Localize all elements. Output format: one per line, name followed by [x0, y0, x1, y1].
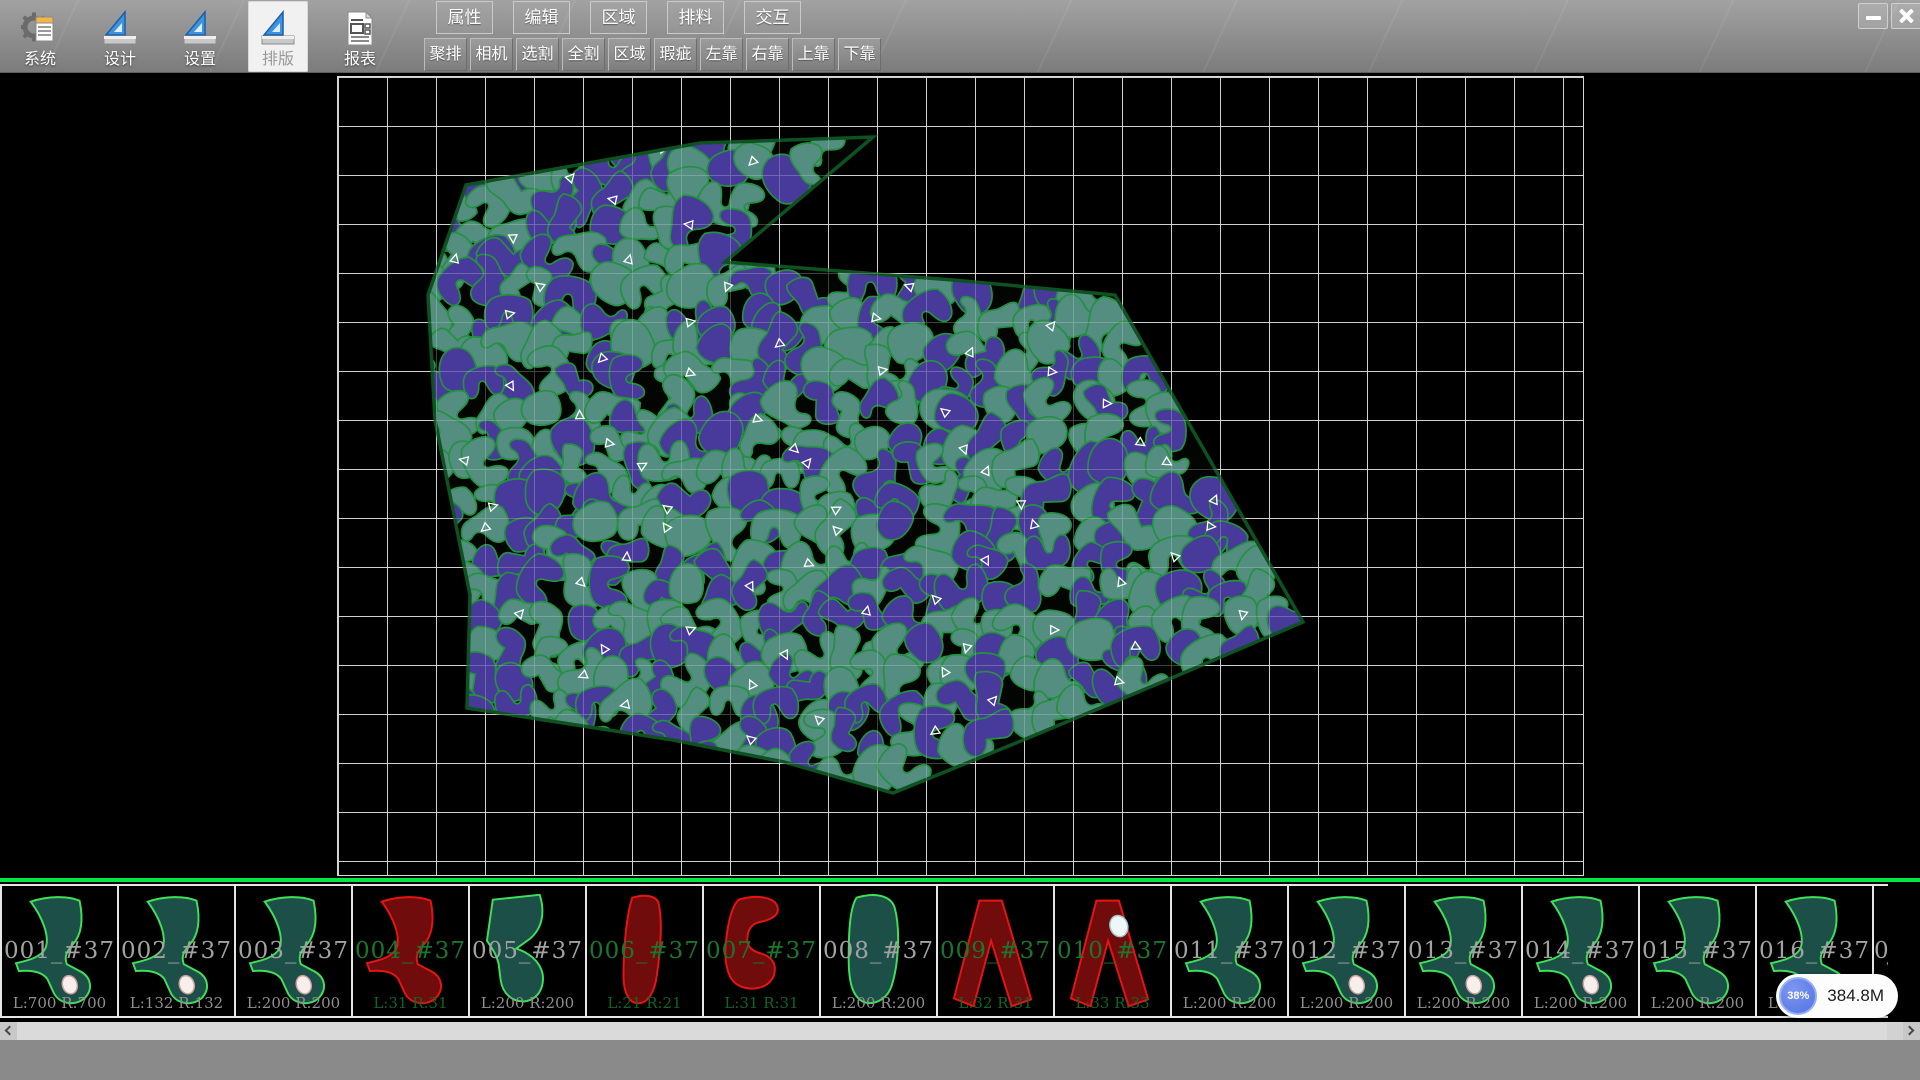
close-button[interactable] [1891, 3, 1920, 29]
title-toolbar: 系统设计设置排版报表 属性编辑区域排料交互 聚排相机选割全割区域瑕疵左靠右靠上靠… [0, 0, 1920, 73]
memory-status-badge: 38% 384.8M [1776, 974, 1898, 1018]
part-tile-013_#37[interactable]: 013_#37 L:200 R:200 [1404, 884, 1523, 1018]
main-button-report[interactable]: 报表 [330, 1, 390, 72]
scroll-right-button[interactable] [1903, 1022, 1920, 1040]
part-counts-label: L:200 R:200 [1523, 994, 1638, 1012]
minimize-icon [1866, 16, 1881, 20]
part-tile-004_#37[interactable]: 004_#37 L:31 R:31 [351, 884, 470, 1018]
horizontal-scrollbar[interactable] [0, 1022, 1920, 1040]
part-tile-011_#37[interactable]: 011_#37 L:200 R:200 [1170, 884, 1289, 1018]
parts-panel-accent-line [0, 878, 1920, 882]
part-id-label: 008_#37 [821, 938, 936, 964]
part-tile-005_#37[interactable]: 005_#37 L:200 R:200 [468, 884, 587, 1018]
part-counts-label: L:200 R:200 [1406, 994, 1521, 1012]
part-id-label: 012_#37 [1289, 938, 1404, 964]
status-bar [0, 1040, 1920, 1080]
part-tile-009_#37[interactable]: 009_#37 L:32 R:31 [936, 884, 1055, 1018]
main-button-settings[interactable]: 设置 [170, 1, 230, 72]
part-id-label: 013_#37 [1406, 938, 1521, 964]
main-button-label: 排版 [262, 50, 294, 70]
main-button-design[interactable]: 设计 [90, 1, 150, 72]
part-id-label: 009_#37 [938, 938, 1053, 964]
nesting-canvas[interactable] [0, 74, 1920, 878]
memory-percent-badge: 38% [1779, 977, 1817, 1015]
leather-hide-nesting[interactable] [0, 74, 1920, 878]
tool-button-cluster-nest[interactable]: 聚排 [424, 38, 467, 71]
menu-tab-interact[interactable]: 交互 [744, 1, 801, 34]
part-counts-label: L:200 R:200 [1172, 994, 1287, 1012]
part-tile-001_#37[interactable]: 001_#37 L:700 R:700 [0, 884, 119, 1018]
menu-tab-region[interactable]: 区域 [590, 1, 647, 34]
part-id-label: 006_#37 [587, 938, 702, 964]
part-id-label: 011_#37 [1172, 938, 1287, 964]
part-id-label: 002_#37 [119, 938, 234, 964]
part-counts-label: L:200 R:200 [236, 994, 351, 1012]
part-counts-label: L:21 R:21 [587, 994, 702, 1012]
tool-button-region[interactable]: 区域 [608, 38, 651, 71]
main-button-label: 系统 [24, 50, 56, 70]
tool-button-snap-top[interactable]: 上靠 [792, 38, 835, 71]
part-counts-label: L:200 R:200 [821, 994, 936, 1012]
main-button-system[interactable]: 系统 [10, 1, 70, 72]
tool-button-camera[interactable]: 相机 [470, 38, 513, 71]
part-id-label: 003_#37 [236, 938, 351, 964]
part-counts-label: L:132 R:132 [119, 994, 234, 1012]
minimize-button[interactable] [1858, 3, 1888, 29]
part-id-label: 017_#37 [1874, 938, 1888, 964]
menu-tab-edit[interactable]: 编辑 [513, 1, 570, 34]
gear-notepad-icon [20, 8, 60, 50]
part-id-label: 005_#37 [470, 938, 585, 964]
main-button-label: 报表 [344, 50, 376, 70]
part-tile-003_#37[interactable]: 003_#37 L:200 R:200 [234, 884, 353, 1018]
part-counts-label: L:32 R:31 [938, 994, 1053, 1012]
parts-panel: 001_#37L:700 R:700002_#37L:132 R:132003_… [0, 878, 1920, 1022]
part-tile-006_#37[interactable]: 006_#37 L:21 R:21 [585, 884, 704, 1018]
part-id-label: 001_#37 [2, 938, 117, 964]
part-tile-008_#37[interactable]: 008_#37 L:200 R:200 [819, 884, 938, 1018]
part-tile-012_#37[interactable]: 012_#37 L:200 R:200 [1287, 884, 1406, 1018]
tool-button-snap-right[interactable]: 右靠 [746, 38, 789, 71]
part-tile-014_#37[interactable]: 014_#37 L:200 R:200 [1521, 884, 1640, 1018]
main-button-label: 设置 [184, 50, 216, 70]
part-tile-list: 001_#37L:700 R:700002_#37L:132 R:132003_… [0, 884, 1888, 1018]
tool-button-select-cut[interactable]: 选割 [516, 38, 559, 71]
chevron-right-icon [1905, 1026, 1915, 1036]
tool-button-snap-left[interactable]: 左靠 [700, 38, 743, 71]
scrollbar-thumb[interactable] [17, 1022, 1887, 1040]
set-square-icon [180, 8, 220, 50]
main-button-label: 设计 [104, 50, 136, 70]
part-id-label: 007_#37 [704, 938, 819, 964]
memory-usage-label: 384.8M [1827, 986, 1884, 1006]
nesting-application-window: { "window": { "controls": [ {"name":"min… [0, 0, 1920, 1080]
part-counts-label: L:31 R:31 [704, 994, 819, 1012]
part-id-label: 010_#37 [1055, 938, 1170, 964]
part-counts-label: L:700 R:700 [2, 994, 117, 1012]
part-tile-002_#37[interactable]: 002_#37 L:132 R:132 [117, 884, 236, 1018]
chevron-left-icon [5, 1026, 15, 1036]
part-counts-label: L:31 R:31 [353, 994, 468, 1012]
part-counts-label: L:200 R:200 [1289, 994, 1404, 1012]
part-counts-label: L:200 R:200 [470, 994, 585, 1012]
scroll-left-button[interactable] [0, 1022, 17, 1040]
menu-tab-nesting[interactable]: 排料 [667, 1, 724, 34]
part-id-label: 015_#37 [1640, 938, 1755, 964]
main-button-layout[interactable]: 排版 [248, 1, 308, 72]
part-tile-007_#37[interactable]: 007_#37 L:31 R:31 [702, 884, 821, 1018]
part-id-label: 016_#37 [1757, 938, 1872, 964]
part-counts-label: L:33 R:33 [1055, 994, 1170, 1012]
menu-tab-properties[interactable]: 属性 [436, 1, 493, 34]
part-tile-010_#37[interactable]: 010_#37 L:33 R:33 [1053, 884, 1172, 1018]
part-id-label: 014_#37 [1523, 938, 1638, 964]
part-id-label: 004_#37 [353, 938, 468, 964]
report-document-icon [340, 8, 380, 50]
part-counts-label: L:200 R:200 [1640, 994, 1755, 1012]
tool-button-cut-all[interactable]: 全割 [562, 38, 605, 71]
tool-button-snap-bottom[interactable]: 下靠 [838, 38, 881, 71]
set-square-icon [258, 8, 298, 50]
tool-button-defect[interactable]: 瑕疵 [654, 38, 697, 71]
part-tile-015_#37[interactable]: 015_#37 L:200 R:200 [1638, 884, 1757, 1018]
set-square-icon [100, 8, 140, 50]
